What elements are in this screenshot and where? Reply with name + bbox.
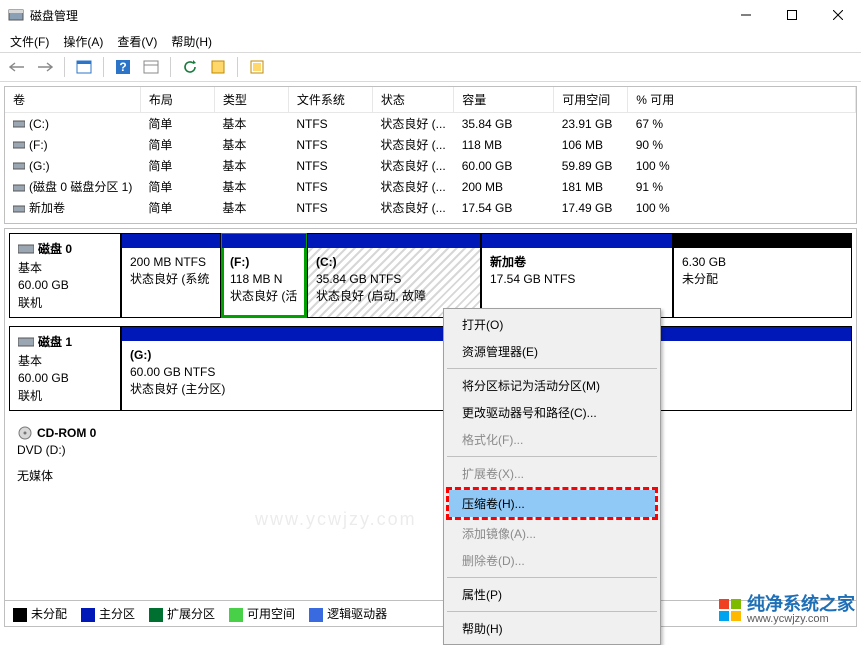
volume-table[interactable]: 卷 布局 类型 文件系统 状态 容量 可用空间 % 可用 (C:)简单基本NTF… <box>5 87 856 218</box>
col-fs[interactable]: 文件系统 <box>288 87 372 113</box>
ctx-shrink-highlight: 压缩卷(H)... <box>446 487 658 520</box>
disk0-part-new[interactable]: 新加卷17.54 GB NTFS <box>481 233 673 318</box>
cdrom-icon <box>17 425 33 441</box>
col-pct[interactable]: % 可用 <box>628 87 856 113</box>
ctx-mark-active[interactable]: 将分区标记为活动分区(M) <box>446 372 658 399</box>
disk-icon <box>18 243 34 255</box>
cdrom-row: CD-ROM 0 DVD (D:) 无媒体 <box>9 419 852 490</box>
show-hide-button[interactable] <box>73 56 95 78</box>
disk0-part-f[interactable]: (F:)118 MB N状态良好 (活 <box>221 233 307 318</box>
col-capacity[interactable]: 容量 <box>454 87 554 113</box>
nav-back-button[interactable] <box>6 56 28 78</box>
refresh-button[interactable] <box>179 56 201 78</box>
col-free[interactable]: 可用空间 <box>554 87 628 113</box>
toolbar: ? <box>0 52 861 82</box>
table-row[interactable]: 新加卷简单基本NTFS状态良好 (...17.54 GB17.49 GB100 … <box>5 197 856 218</box>
ctx-explorer[interactable]: 资源管理器(E) <box>446 338 658 365</box>
disk-graphic-pane: www.ycwjzy.com 磁盘 0 基本 60.00 GB 联机 200 M… <box>4 228 857 627</box>
help-button[interactable]: ? <box>112 56 134 78</box>
ctx-delete: 删除卷(D)... <box>446 547 658 574</box>
disk0-part-c[interactable]: (C:)35.84 GB NTFS状态良好 (启动, 故障 <box>307 233 481 318</box>
menu-file[interactable]: 文件(F) <box>10 33 49 50</box>
disk0-unallocated[interactable]: 6.30 GB未分配 <box>673 233 852 318</box>
ctx-format: 格式化(F)... <box>446 426 658 453</box>
disk0-part1[interactable]: 200 MB NTFS状态良好 (系统 <box>121 233 221 318</box>
disk-1-label[interactable]: 磁盘 1 基本 60.00 GB 联机 <box>9 326 121 411</box>
context-menu: 打开(O) 资源管理器(E) 将分区标记为活动分区(M) 更改驱动器号和路径(C… <box>443 308 661 645</box>
disk-0-row: 磁盘 0 基本 60.00 GB 联机 200 MB NTFS状态良好 (系统 … <box>9 233 852 318</box>
menu-help[interactable]: 帮助(H) <box>171 33 212 50</box>
maximize-button[interactable] <box>769 0 815 30</box>
volume-list-pane: 卷 布局 类型 文件系统 状态 容量 可用空间 % 可用 (C:)简单基本NTF… <box>4 86 857 224</box>
ctx-add-mirror: 添加镜像(A)... <box>446 520 658 547</box>
disk-icon <box>18 336 34 348</box>
properties-button[interactable] <box>140 56 162 78</box>
close-button[interactable] <box>815 0 861 30</box>
watermark-faint: www.ycwjzy.com <box>255 509 417 530</box>
table-row[interactable]: (F:)简单基本NTFS状态良好 (...118 MB106 MB90 % <box>5 134 856 155</box>
ctx-shrink[interactable]: 压缩卷(H)... <box>449 490 655 517</box>
minimize-button[interactable] <box>723 0 769 30</box>
table-row[interactable]: (磁盘 0 磁盘分区 1)简单基本NTFS状态良好 (...200 MB181 … <box>5 176 856 197</box>
action-button[interactable] <box>246 56 268 78</box>
ctx-help[interactable]: 帮助(H) <box>446 615 658 642</box>
titlebar: 磁盘管理 <box>0 0 861 30</box>
windows-logo-icon <box>719 599 741 621</box>
disk-mgmt-icon <box>8 7 24 23</box>
ctx-extend: 扩展卷(X)... <box>446 460 658 487</box>
col-volume[interactable]: 卷 <box>5 87 140 113</box>
table-row[interactable]: (G:)简单基本NTFS状态良好 (...60.00 GB59.89 GB100… <box>5 155 856 176</box>
ctx-change-letter[interactable]: 更改驱动器号和路径(C)... <box>446 399 658 426</box>
list-button[interactable] <box>207 56 229 78</box>
col-layout[interactable]: 布局 <box>140 87 214 113</box>
disk-1-row: 磁盘 1 基本 60.00 GB 联机 (G:)60.00 GB NTFS状态良… <box>9 326 852 411</box>
col-type[interactable]: 类型 <box>214 87 288 113</box>
svg-text:?: ? <box>119 60 126 74</box>
table-row[interactable]: (C:)简单基本NTFS状态良好 (...35.84 GB23.91 GB67 … <box>5 113 856 135</box>
menu-action[interactable]: 操作(A) <box>63 33 103 50</box>
col-status[interactable]: 状态 <box>372 87 453 113</box>
ctx-open[interactable]: 打开(O) <box>446 311 658 338</box>
nav-forward-button[interactable] <box>34 56 56 78</box>
ctx-properties[interactable]: 属性(P) <box>446 581 658 608</box>
menu-view[interactable]: 查看(V) <box>117 33 157 50</box>
site-watermark: 纯净系统之家 www.ycwjzy.com <box>719 595 855 625</box>
cdrom-label[interactable]: CD-ROM 0 DVD (D:) 无媒体 <box>9 419 121 490</box>
menubar: 文件(F) 操作(A) 查看(V) 帮助(H) <box>0 30 861 52</box>
disk-0-label[interactable]: 磁盘 0 基本 60.00 GB 联机 <box>9 233 121 318</box>
